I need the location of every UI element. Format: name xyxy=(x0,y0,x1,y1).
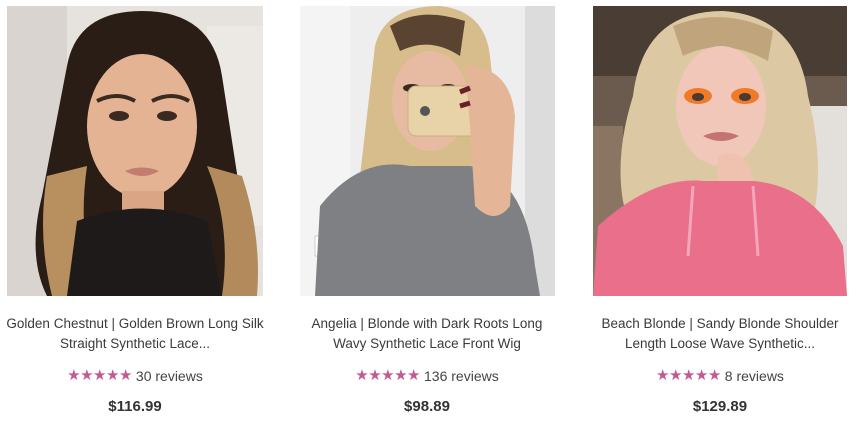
star-rating-icon: ★★★★★ xyxy=(67,367,132,384)
review-count-link[interactable]: 136 reviews xyxy=(424,368,499,384)
product-grid: Golden Chestnut | Golden Brown Long Silk… xyxy=(0,0,864,428)
product-title-line[interactable]: Straight Synthetic Lace... xyxy=(0,334,270,354)
product-title-line[interactable]: Angelia | Blonde with Dark Roots Long xyxy=(292,314,562,334)
product-title-line[interactable]: Beach Blonde | Sandy Blonde Shoulder xyxy=(585,314,855,334)
product-image[interactable] xyxy=(593,6,847,296)
review-count-link[interactable]: 30 reviews xyxy=(136,368,203,384)
product-title[interactable]: Angelia | Blonde with Dark Roots Long Wa… xyxy=(292,314,562,354)
product-price: $98.89 xyxy=(404,398,450,415)
product-title-line[interactable]: Wavy Synthetic Lace Front Wig xyxy=(292,334,562,354)
product-photo-angelia xyxy=(300,6,555,296)
review-count-link[interactable]: 8 reviews xyxy=(725,368,784,384)
product-photo-beach-blonde xyxy=(593,6,847,296)
product-title-line[interactable]: Length Loose Wave Synthetic... xyxy=(585,334,855,354)
product-image[interactable] xyxy=(7,6,263,296)
product-image[interactable] xyxy=(300,6,555,296)
product-price: $116.99 xyxy=(108,398,162,415)
product-card: Angelia | Blonde with Dark Roots Long Wa… xyxy=(292,0,562,428)
product-rating: ★★★★★ 136 reviews xyxy=(292,366,562,386)
product-title[interactable]: Golden Chestnut | Golden Brown Long Silk… xyxy=(0,314,270,354)
product-photo-golden-chestnut xyxy=(7,6,263,296)
star-rating-icon: ★★★★★ xyxy=(656,367,721,384)
product-card: Golden Chestnut | Golden Brown Long Silk… xyxy=(0,0,270,428)
star-rating-icon: ★★★★★ xyxy=(355,367,421,384)
product-title-line[interactable]: Golden Chestnut | Golden Brown Long Silk xyxy=(0,314,270,334)
product-rating: ★★★★★ 8 reviews xyxy=(585,366,855,386)
product-price: $129.89 xyxy=(692,398,748,415)
product-card: Beach Blonde | Sandy Blonde Shoulder Len… xyxy=(585,0,855,428)
product-title[interactable]: Beach Blonde | Sandy Blonde Shoulder Len… xyxy=(585,314,855,354)
product-rating: ★★★★★ 30 reviews xyxy=(0,366,270,386)
